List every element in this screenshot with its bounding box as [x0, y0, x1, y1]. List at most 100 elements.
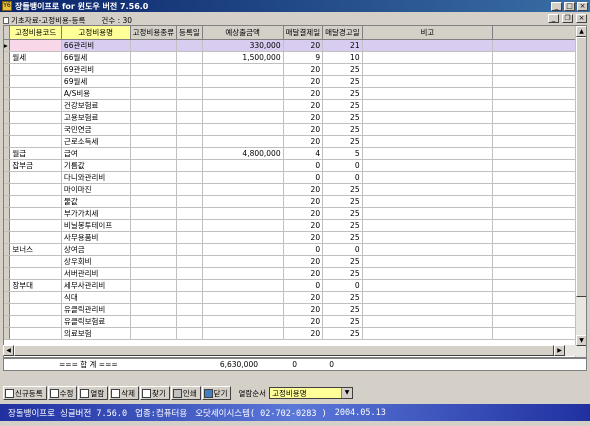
- cell-amount[interactable]: [202, 219, 284, 232]
- cell-type[interactable]: [130, 315, 178, 328]
- cell-name[interactable]: 상여금: [61, 243, 131, 256]
- sort-order-select[interactable]: 고정비용명 ▼: [269, 387, 354, 399]
- cell-note[interactable]: [362, 279, 494, 292]
- cell-note[interactable]: [362, 51, 494, 64]
- cell-warn-day[interactable]: 25: [322, 207, 363, 220]
- cell-amount[interactable]: [202, 315, 284, 328]
- cell-date[interactable]: [176, 315, 203, 328]
- cell-warn-day[interactable]: 25: [322, 87, 363, 100]
- cell-warn-day[interactable]: 25: [322, 135, 363, 148]
- cell-amount[interactable]: 1,500,000: [202, 51, 284, 64]
- cell-date[interactable]: [176, 195, 203, 208]
- cell-name[interactable]: A/S비용: [61, 87, 131, 100]
- print-button[interactable]: 인쇄: [170, 386, 201, 400]
- table-row[interactable]: A/S비용 20 25: [4, 87, 586, 100]
- scroll-down-arrow-icon[interactable]: ▼: [576, 335, 586, 346]
- cell-code[interactable]: [9, 195, 62, 208]
- close-button[interactable]: ×: [577, 1, 588, 11]
- cell-date[interactable]: [176, 231, 203, 244]
- cell-amount[interactable]: [202, 243, 284, 256]
- cell-note[interactable]: [362, 183, 494, 196]
- cell-amount[interactable]: [202, 159, 284, 172]
- cell-name[interactable]: 상우회비: [61, 255, 131, 268]
- cell-code[interactable]: [9, 171, 62, 184]
- horizontal-scrollbar[interactable]: ◀ ▶: [3, 345, 576, 356]
- table-row[interactable]: 부가가치세 20 25: [4, 207, 586, 220]
- cell-name[interactable]: 식대: [61, 291, 131, 304]
- cell-code[interactable]: [9, 183, 62, 196]
- cell-name[interactable]: 건강보험료: [61, 99, 131, 112]
- cell-warn-day[interactable]: 25: [322, 183, 363, 196]
- cell-name[interactable]: 고용보험료: [61, 111, 131, 124]
- cell-code[interactable]: [9, 327, 62, 340]
- cell-type[interactable]: [130, 327, 178, 340]
- cell-code[interactable]: [9, 303, 62, 316]
- cell-note[interactable]: [362, 195, 494, 208]
- table-row[interactable]: ▸ 66관리비 330,000 20 21: [4, 39, 586, 52]
- cell-note[interactable]: [362, 303, 494, 316]
- cell-pay-day[interactable]: 20: [283, 207, 324, 220]
- cell-pay-day[interactable]: 20: [283, 327, 324, 340]
- vertical-scrollbar[interactable]: ▲ ▼: [575, 26, 586, 357]
- cell-code[interactable]: [9, 39, 62, 52]
- cell-date[interactable]: [176, 135, 203, 148]
- cell-date[interactable]: [176, 291, 203, 304]
- cell-warn-day[interactable]: 25: [322, 63, 363, 76]
- cell-warn-day[interactable]: 10: [322, 51, 363, 64]
- cell-note[interactable]: [362, 87, 494, 100]
- cell-warn-day[interactable]: 0: [322, 243, 363, 256]
- cell-type[interactable]: [130, 219, 178, 232]
- table-row[interactable]: 국민연금 20 25: [4, 123, 586, 136]
- cell-note[interactable]: [362, 99, 494, 112]
- col-header-date[interactable]: 등록일: [176, 26, 203, 40]
- cell-note[interactable]: [362, 255, 494, 268]
- cell-warn-day[interactable]: 25: [322, 99, 363, 112]
- table-row[interactable]: 상우회비 20 25: [4, 255, 586, 268]
- cell-amount[interactable]: [202, 291, 284, 304]
- table-row[interactable]: 건강보험료 20 25: [4, 99, 586, 112]
- cell-warn-day[interactable]: 0: [322, 171, 363, 184]
- cell-type[interactable]: [130, 135, 178, 148]
- cell-type[interactable]: [130, 75, 178, 88]
- table-row[interactable]: 서버관리비 20 25: [4, 267, 586, 280]
- col-header-pay-day[interactable]: 매달결제일: [283, 26, 324, 40]
- cell-type[interactable]: [130, 123, 178, 136]
- cell-warn-day[interactable]: 25: [322, 327, 363, 340]
- cell-code[interactable]: 월세: [9, 51, 62, 64]
- cell-date[interactable]: [176, 183, 203, 196]
- cell-code[interactable]: 월급: [9, 147, 62, 160]
- cell-amount[interactable]: [202, 135, 284, 148]
- cell-note[interactable]: [362, 219, 494, 232]
- cell-name[interactable]: 69관리비: [61, 63, 131, 76]
- edit-button[interactable]: 수정: [47, 386, 78, 400]
- cell-type[interactable]: [130, 231, 178, 244]
- cell-type[interactable]: [130, 207, 178, 220]
- cell-name[interactable]: 국민연금: [61, 123, 131, 136]
- fixed-cost-grid[interactable]: 고정비용코드 고정비용명 고정비용종류 등록일 예상출금액 매달결제일 매달경고…: [3, 25, 587, 358]
- cell-amount[interactable]: [202, 279, 284, 292]
- cell-pay-day[interactable]: 4: [283, 147, 324, 160]
- cell-date[interactable]: [176, 87, 203, 100]
- cell-note[interactable]: [362, 315, 494, 328]
- cell-name[interactable]: 66월세: [61, 51, 131, 64]
- cell-pay-day[interactable]: 20: [283, 195, 324, 208]
- table-row[interactable]: 유클릭보험료 20 25: [4, 315, 586, 328]
- cell-date[interactable]: [176, 147, 203, 160]
- cell-code[interactable]: [9, 87, 62, 100]
- cell-name[interactable]: 근로소득세: [61, 135, 131, 148]
- cell-amount[interactable]: [202, 303, 284, 316]
- cell-pay-day[interactable]: 0: [283, 243, 324, 256]
- cell-type[interactable]: [130, 147, 178, 160]
- table-row[interactable]: 마이마진 20 25: [4, 183, 586, 196]
- cell-warn-day[interactable]: 25: [322, 75, 363, 88]
- cell-name[interactable]: 유클릭보험료: [61, 315, 131, 328]
- cell-date[interactable]: [176, 51, 203, 64]
- cell-type[interactable]: [130, 267, 178, 280]
- cell-date[interactable]: [176, 171, 203, 184]
- minimize-button[interactable]: _: [551, 1, 562, 11]
- cell-note[interactable]: [362, 243, 494, 256]
- cell-date[interactable]: [176, 63, 203, 76]
- cell-pay-day[interactable]: 20: [283, 39, 324, 52]
- table-row[interactable]: 유클릭관리비 20 25: [4, 303, 586, 316]
- col-header-name[interactable]: 고정비용명: [61, 26, 131, 40]
